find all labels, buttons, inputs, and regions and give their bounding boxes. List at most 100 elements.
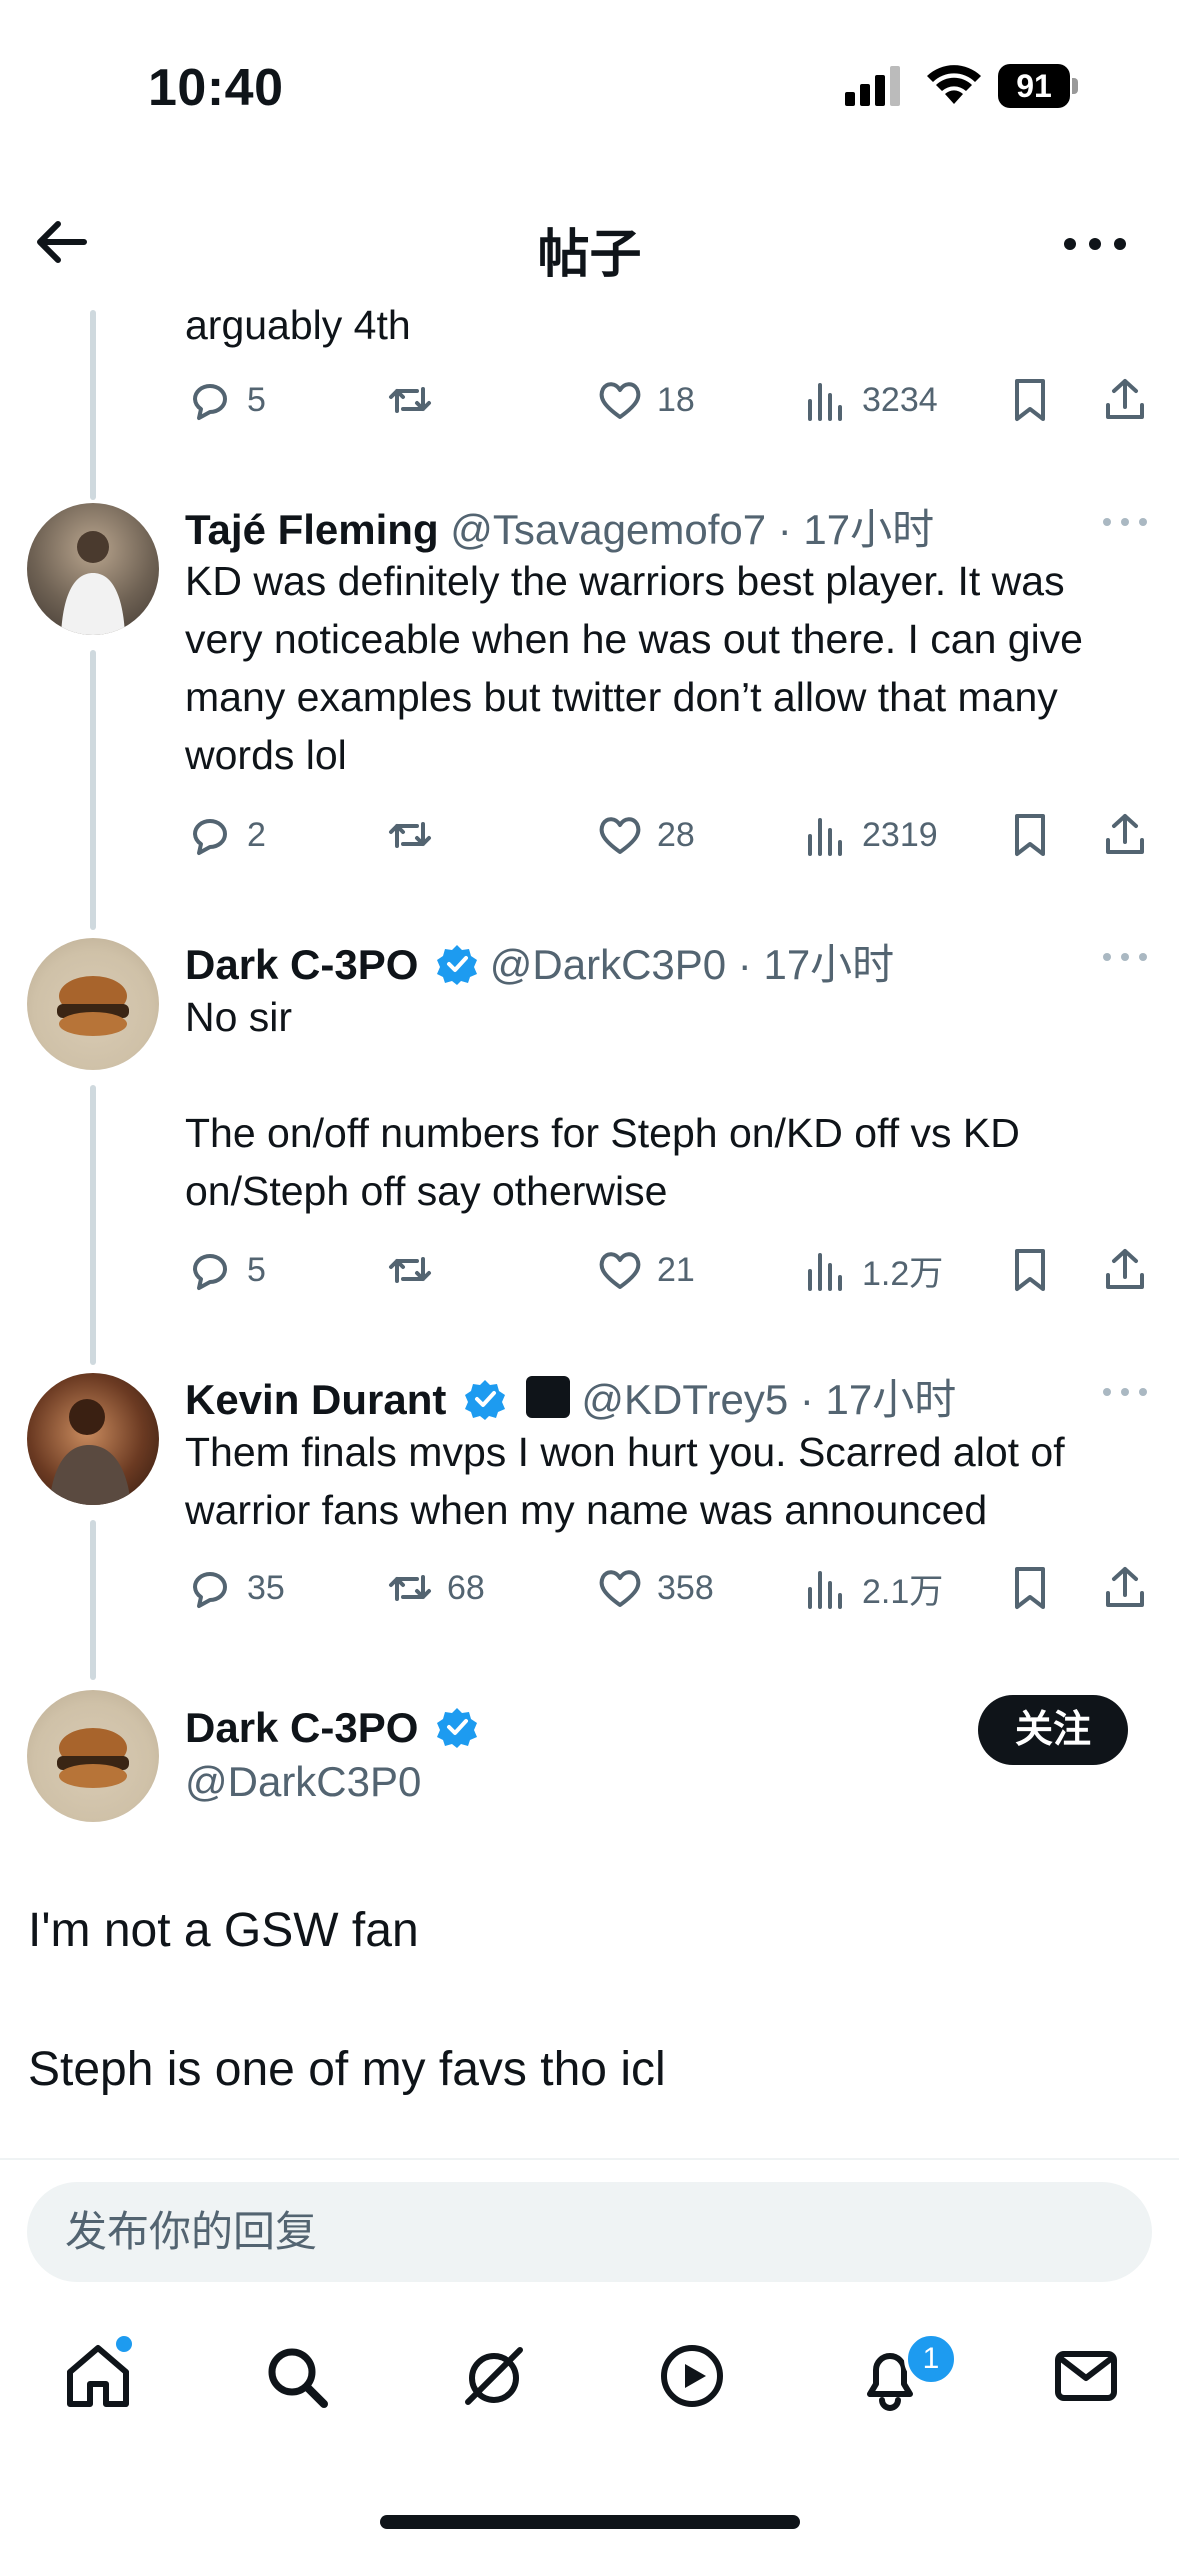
verified-badge-icon [437, 1708, 478, 1748]
avatar[interactable] [27, 938, 159, 1070]
views-count: 2319 [862, 815, 938, 854]
tweet-actions: 5 21 1.2万 [185, 1240, 1145, 1300]
share-icon [1106, 814, 1144, 854]
retweet-button[interactable] [385, 370, 447, 430]
tweet-actions: 35 68 358 2.1万 [185, 1558, 1145, 1618]
like-count: 28 [657, 815, 695, 854]
page-title: 帖子 [537, 226, 642, 284]
share-button[interactable] [1100, 370, 1162, 430]
like-count: 18 [657, 380, 695, 419]
main-tweet-text: I'm not a GSW fan [28, 1904, 419, 1957]
share-icon [1106, 1567, 1144, 1607]
retweet-icon [389, 822, 431, 848]
author-handle: @DarkC3P0 · 17小时 [489, 941, 895, 988]
retweet-button[interactable]: 68 [385, 1558, 485, 1618]
thread-line [90, 650, 96, 930]
heart-icon [599, 1570, 641, 1607]
like-button[interactable]: 21 [595, 1240, 695, 1300]
more-options-icon[interactable] [1060, 216, 1130, 272]
like-button[interactable]: 358 [595, 1558, 714, 1618]
retweet-button[interactable] [385, 805, 447, 865]
author-handle: @KDTrey5 · 17小时 [581, 1376, 957, 1423]
retweet-count: 68 [447, 1568, 485, 1607]
author-name[interactable]: Dark C-3PO [185, 1704, 418, 1751]
share-icon [1106, 379, 1144, 419]
reply-count: 5 [247, 1250, 266, 1289]
bookmark-icon [1015, 1249, 1045, 1291]
home-indicator [380, 2515, 800, 2529]
battery-icon: 91 [998, 64, 1080, 108]
share-button[interactable] [1100, 1558, 1162, 1618]
thread-line [90, 1520, 96, 1680]
tweet-text: No sir The on/off numbers for Steph on/K… [185, 994, 1020, 1214]
tweet-text: KD was definitely the warriors best play… [185, 558, 1095, 778]
like-count: 358 [657, 1568, 714, 1607]
verified-badge-icon [465, 1380, 506, 1420]
reply-count: 2 [247, 815, 266, 854]
author-handle: @DarkC3P0 [185, 1758, 422, 1805]
tweet-more-icon[interactable] [1100, 947, 1150, 967]
search-icon[interactable] [260, 2340, 332, 2412]
reply-input[interactable]: 发布你的回复 [27, 2182, 1152, 2282]
avatar-photo [49, 1399, 131, 1505]
avatar[interactable] [27, 1373, 159, 1505]
tweet-actions: 2 28 2319 [185, 805, 1145, 865]
views-button[interactable]: 3234 [800, 370, 938, 430]
views-button[interactable]: 2319 [800, 805, 938, 865]
reply-count: 35 [247, 1568, 285, 1607]
wifi-icon [927, 65, 981, 104]
heart-icon [599, 817, 641, 854]
views-chart-icon [808, 1571, 842, 1609]
affiliation-badge-icon [525, 1376, 570, 1418]
avatar[interactable] [27, 1690, 159, 1822]
avatar-photo [57, 976, 129, 1036]
author-handle: @Tsavagemofo7 · 17小时 [450, 506, 935, 553]
reply-icon [193, 819, 227, 855]
status-time: 10:40 [148, 59, 284, 117]
retweet-icon [389, 1257, 431, 1283]
reply-button[interactable]: 5 [185, 1240, 266, 1300]
messages-mail-icon[interactable] [1050, 2340, 1122, 2412]
avatar-photo [57, 1728, 129, 1788]
tweet-more-icon[interactable] [1100, 1382, 1150, 1402]
like-button[interactable]: 18 [595, 370, 695, 430]
share-button[interactable] [1100, 805, 1162, 865]
grok-icon[interactable] [458, 2340, 530, 2412]
bookmark-button[interactable] [1005, 370, 1067, 430]
video-play-icon[interactable] [656, 2340, 728, 2412]
bookmark-icon [1015, 379, 1045, 421]
views-button[interactable]: 2.1万 [800, 1558, 943, 1618]
bookmark-button[interactable] [1005, 805, 1067, 865]
avatar[interactable] [27, 503, 159, 635]
follow-button[interactable]: 关注 [978, 1695, 1128, 1765]
tweet-text: arguably 4th [185, 302, 411, 348]
divider [0, 2158, 1179, 2160]
reply-button[interactable]: 5 [185, 370, 266, 430]
author-name[interactable]: Kevin Durant [185, 1376, 446, 1423]
verified-badge-icon [437, 945, 478, 985]
tweet-text: Them finals mvps I won hurt you. Scarred… [185, 1429, 1077, 1533]
views-button[interactable]: 1.2万 [800, 1240, 943, 1300]
views-chart-icon [808, 1253, 842, 1291]
author-name[interactable]: Dark C-3PO [185, 941, 418, 988]
thread-line [90, 310, 96, 500]
tweet-more-icon[interactable] [1100, 512, 1150, 532]
views-chart-icon [808, 818, 842, 856]
home-new-indicator [116, 2336, 132, 2352]
main-tweet-text: Steph is one of my favs tho icl [28, 2043, 666, 2096]
bookmark-button[interactable] [1005, 1558, 1067, 1618]
like-count: 21 [657, 1250, 695, 1289]
thread-line [90, 1085, 96, 1365]
author-name[interactable]: Tajé Fleming [185, 506, 439, 553]
retweet-button[interactable] [385, 1240, 447, 1300]
share-icon [1106, 1249, 1144, 1289]
reply-button[interactable]: 35 [185, 1558, 285, 1618]
heart-icon [599, 382, 641, 419]
reply-icon [193, 1254, 227, 1290]
reply-button[interactable]: 2 [185, 805, 266, 865]
reply-count: 5 [247, 380, 266, 419]
share-button[interactable] [1100, 1240, 1162, 1300]
like-button[interactable]: 28 [595, 805, 695, 865]
retweet-icon [389, 387, 431, 413]
bookmark-button[interactable] [1005, 1240, 1067, 1300]
